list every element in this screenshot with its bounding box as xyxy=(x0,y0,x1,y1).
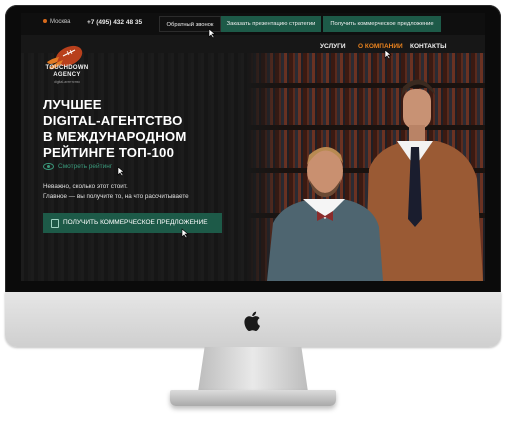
get-offer-button[interactable]: ПОЛУЧИТЬ КОММЕРЧЕСКОЕ ПРЕДЛОЖЕНИЕ xyxy=(43,213,222,233)
headline-line: ЛУЧШЕЕ xyxy=(43,97,102,112)
logo-tagline: digital-агентство xyxy=(53,80,81,84)
cursor-icon xyxy=(384,49,392,60)
view-rating-link[interactable]: Смотреть рейтинг xyxy=(43,163,112,170)
city-selector[interactable]: Москва xyxy=(43,19,70,25)
get-offer-button-top[interactable]: Получить коммерческое предложение xyxy=(323,16,441,32)
hero-photo-two-men xyxy=(267,79,483,281)
monitor-stand-base xyxy=(170,390,336,406)
logo-name-line1: TOUCHDOWN xyxy=(45,65,89,71)
cta-label: ПОЛУЧИТЬ КОММЕРЧЕСКОЕ ПРЕДЛОЖЕНИЕ xyxy=(63,219,208,226)
apple-logo-icon xyxy=(244,311,260,332)
cursor-icon xyxy=(208,28,216,39)
nav-about[interactable]: О КОМПАНИИ xyxy=(358,43,403,50)
hero-subtext: Главное — вы получите то, на что рассчит… xyxy=(43,193,189,200)
headline-line: В МЕЖДУНАРОДНОМ xyxy=(43,129,187,144)
nav-contacts[interactable]: КОНТАКТЫ xyxy=(410,43,446,50)
cursor-icon xyxy=(181,228,189,239)
logo-name-line2: AGENCY xyxy=(53,72,81,78)
website-screen: Москва +7 (495) 432 48 35 Обратный звоно… xyxy=(21,13,485,281)
location-icon xyxy=(43,19,47,24)
headline-line: РЕЙТИНГЕ ТОП-100 xyxy=(43,145,175,160)
phone-number[interactable]: +7 (495) 432 48 35 xyxy=(87,19,142,26)
hero-headline: ЛУЧШЕЕ DIGITAL-АГЕНТСТВО В МЕЖДУНАРОДНОМ… xyxy=(43,97,233,161)
headline-line: DIGITAL-АГЕНТСТВО xyxy=(43,113,183,128)
rating-link-label: Смотреть рейтинг xyxy=(58,163,113,171)
cursor-icon xyxy=(117,166,125,177)
hero-subtext: Неважно, сколько этот стоит. xyxy=(43,183,128,190)
document-icon xyxy=(51,219,59,228)
top-bar: Москва +7 (495) 432 48 35 Обратный звоно… xyxy=(21,13,485,35)
order-strategy-button[interactable]: Заказать презентацию стратегии xyxy=(221,16,321,32)
eye-icon xyxy=(43,163,54,170)
nav-services[interactable]: УСЛУГИ xyxy=(320,43,346,50)
monitor-stand-neck xyxy=(198,347,308,392)
city-label: Москва xyxy=(50,19,71,25)
logo-text: TOUCHDOWN AGENCY xyxy=(37,65,97,79)
